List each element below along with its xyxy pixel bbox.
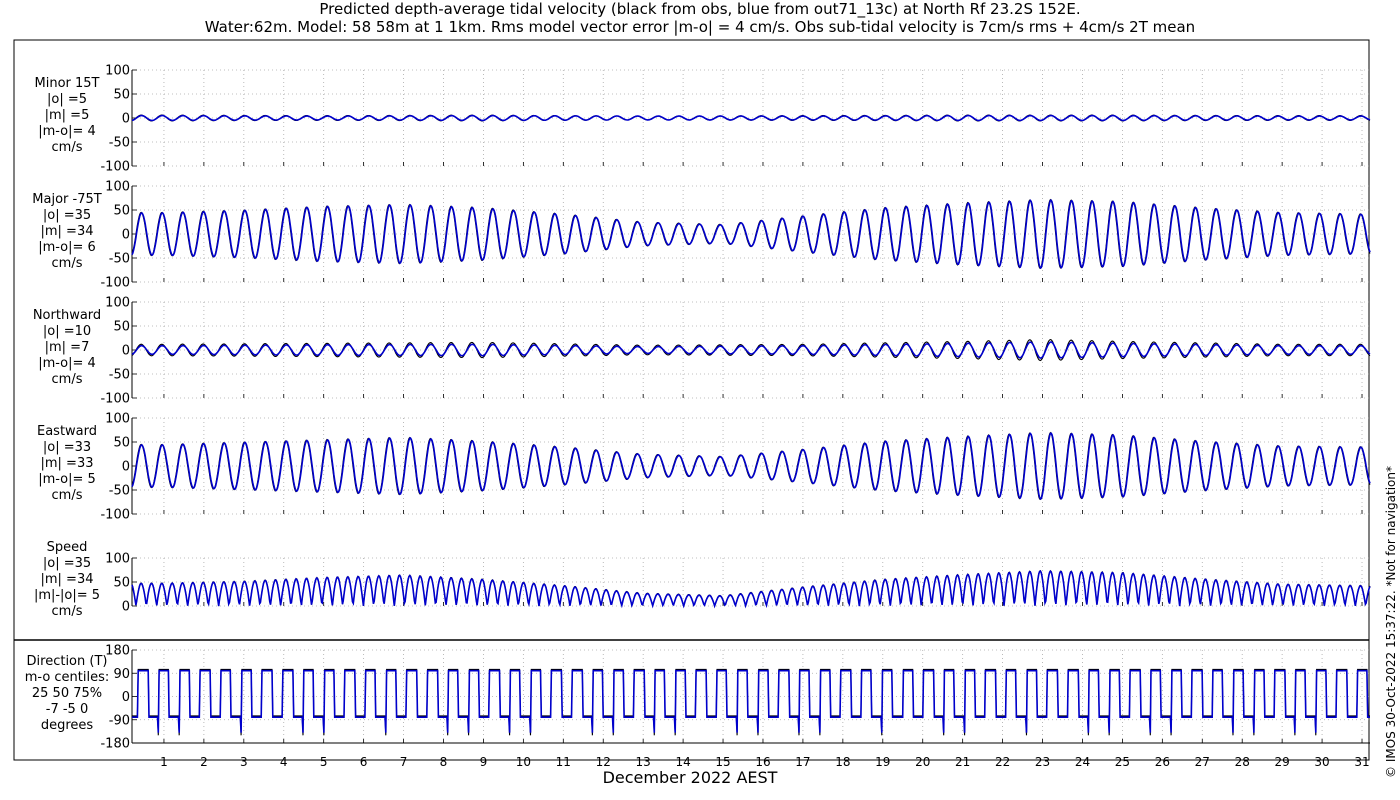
panel-label-line: Speed bbox=[46, 540, 88, 555]
panel-label-line: |m-o|= 5 bbox=[38, 472, 96, 487]
panel-label-line: cm/s bbox=[51, 140, 83, 155]
x-tick-label: 24 bbox=[1075, 755, 1090, 769]
x-tick-label: 2 bbox=[200, 755, 208, 769]
x-tick-label: 18 bbox=[835, 755, 850, 769]
x-tick-label: 7 bbox=[400, 755, 408, 769]
panel-label-line: |m|-|o|= 5 bbox=[33, 588, 101, 603]
panel-label-line: Major -75T bbox=[32, 192, 102, 207]
panel-label-line: cm/s bbox=[51, 256, 83, 271]
panel-label-line: Minor 15T bbox=[34, 76, 100, 91]
x-tick-label: 15 bbox=[715, 755, 730, 769]
panel-label-line: |m-o|= 4 bbox=[38, 124, 96, 139]
x-tick-label: 17 bbox=[795, 755, 810, 769]
x-tick-label: 5 bbox=[320, 755, 328, 769]
x-tick-label: 14 bbox=[675, 755, 690, 769]
panel-label-line: m-o centiles: bbox=[24, 670, 110, 685]
panel-label: Major -75T |o| =35 |m| =34 |m-o|= 6 cm/s bbox=[6, 192, 128, 272]
x-tick-label: 23 bbox=[1035, 755, 1050, 769]
panel-label-line: |m-o|= 4 bbox=[38, 356, 96, 371]
panel-label: Speed |o| =35 |m| =34 |m|-|o|= 5 cm/s bbox=[6, 540, 128, 620]
panel-label-line: Eastward bbox=[36, 424, 98, 439]
series-line-model bbox=[131, 569, 1371, 609]
panel-label-line: Direction (T) bbox=[26, 654, 108, 669]
y-tick-label: -100 bbox=[100, 160, 130, 175]
x-tick-label: 20 bbox=[915, 755, 930, 769]
panel-label-line: |o| =35 bbox=[42, 556, 92, 571]
x-tick-label: 4 bbox=[280, 755, 288, 769]
y-tick-label: -100 bbox=[100, 276, 130, 291]
panel-6: -180-900901801 2 3 4 5 6 7 8 9 10 11 12 13 14 15 16 17 18… bbox=[100, 644, 1370, 769]
x-tick-label: 6 bbox=[360, 755, 368, 769]
panel-label-line: |o| =5 bbox=[46, 92, 87, 107]
panel-label-line: cm/s bbox=[51, 488, 83, 503]
figure-canvas: -100-50050100-100-50050100-100-50050100-… bbox=[13, 39, 1371, 769]
x-tick-label: 31 bbox=[1354, 755, 1369, 769]
panel-label-line: cm/s bbox=[51, 604, 83, 619]
panel-label-line: |m| =34 bbox=[40, 572, 94, 587]
x-tick-label: 9 bbox=[480, 755, 488, 769]
panel-label: Northward |o| =10 |m| =7 |m-o|= 4 cm/s bbox=[6, 308, 128, 388]
x-tick-label: 28 bbox=[1235, 755, 1250, 769]
panel-3: -100-50050100 bbox=[100, 296, 1371, 407]
x-tick-label: 3 bbox=[240, 755, 248, 769]
x-tick-label: 16 bbox=[755, 755, 770, 769]
y-tick-label: -180 bbox=[100, 737, 130, 752]
panel-label-line: |o| =35 bbox=[42, 208, 92, 223]
panel-label-line: |m| =7 bbox=[44, 340, 90, 355]
x-tick-label: 22 bbox=[995, 755, 1010, 769]
figure-border bbox=[13, 39, 1370, 761]
panel-label: Direction (T) m-o centiles: 25 50 75% -7 -5… bbox=[6, 654, 128, 734]
x-tick-label: 29 bbox=[1275, 755, 1290, 769]
x-tick-label: 12 bbox=[596, 755, 611, 769]
panel-label-line: |m| =5 bbox=[44, 108, 90, 123]
panel-label-line: |m| =33 bbox=[40, 456, 94, 471]
series-line-obs bbox=[131, 569, 1371, 608]
x-tick-label: 27 bbox=[1195, 755, 1210, 769]
panel-label-line: Northward bbox=[32, 308, 102, 323]
x-tick-label: 8 bbox=[440, 755, 448, 769]
panel-label-line: -7 -5 0 bbox=[45, 702, 89, 717]
x-axis-title: December 2022 AEST bbox=[602, 768, 778, 787]
x-tick-label: 10 bbox=[516, 755, 531, 769]
panel-1: -100-50050100 bbox=[100, 64, 1371, 175]
x-tick-label: 1 bbox=[160, 755, 168, 769]
panel-label-line: |m| =34 bbox=[40, 224, 94, 239]
x-tick-label: 21 bbox=[955, 755, 970, 769]
series-line-model bbox=[132, 669, 1370, 733]
panel-label: Minor 15T |o| =5 |m| =5 |m-o|= 4 cm/s bbox=[6, 76, 128, 156]
panel-label-line: |o| =10 bbox=[42, 324, 92, 339]
panel-4: -100-50050100 bbox=[100, 412, 1371, 523]
panel-label-line: 25 50 75% bbox=[31, 686, 103, 701]
panel-2: -100-50050100 bbox=[100, 180, 1371, 291]
panel-label-line: cm/s bbox=[51, 372, 83, 387]
x-tick-label: 11 bbox=[556, 755, 571, 769]
x-tick-label: 26 bbox=[1155, 755, 1170, 769]
panel-label-line: |m-o|= 6 bbox=[38, 240, 96, 255]
y-tick-label: -100 bbox=[100, 392, 130, 407]
panel-label-line: degrees bbox=[40, 718, 94, 733]
copyright-note: © IMOS 30-Oct-2022 15:37:22. *Not for na… bbox=[1384, 466, 1398, 778]
y-tick-label: -100 bbox=[100, 508, 130, 523]
panel-5: 050100 bbox=[105, 552, 1371, 615]
panel-label: Eastward |o| =33 |m| =33 |m-o|= 5 cm/s bbox=[6, 424, 128, 504]
series-line-obs bbox=[132, 668, 1370, 736]
panel-label-line: |o| =33 bbox=[42, 440, 92, 455]
x-tick-label: 13 bbox=[636, 755, 651, 769]
x-tick-label: 25 bbox=[1115, 755, 1130, 769]
x-tick-label: 19 bbox=[875, 755, 890, 769]
x-tick-label: 30 bbox=[1314, 755, 1329, 769]
